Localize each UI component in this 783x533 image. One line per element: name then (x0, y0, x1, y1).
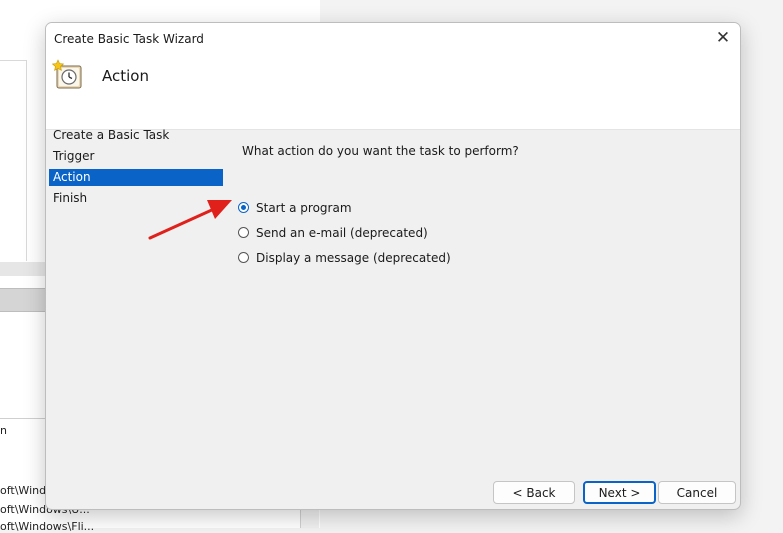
background-pane (0, 60, 27, 261)
radio-display-message[interactable] (238, 252, 249, 263)
option-label: Start a program (256, 200, 352, 215)
radio-send-email[interactable] (238, 227, 249, 238)
background-divider (0, 418, 45, 419)
background-column-header (0, 288, 45, 312)
option-send-email[interactable]: Send an e-mail (deprecated) (238, 220, 451, 245)
option-display-message[interactable]: Display a message (deprecated) (238, 245, 451, 270)
option-label: Send an e-mail (deprecated) (256, 225, 428, 240)
step-action[interactable]: Action (49, 169, 223, 186)
close-icon: ✕ (715, 28, 731, 48)
background-strip (0, 262, 45, 276)
background-text: oft\Windows\Fli... (0, 520, 95, 533)
dialog-title: Create Basic Task Wizard (54, 32, 204, 46)
clock-icon (52, 59, 82, 89)
background-list (0, 312, 45, 417)
step-trigger[interactable]: Trigger (49, 148, 223, 165)
option-start-a-program[interactable]: Start a program (238, 195, 451, 220)
step-create-basic-task[interactable]: Create a Basic Task (49, 127, 223, 144)
close-button[interactable]: ✕ (706, 23, 740, 53)
action-options: Start a program Send an e-mail (deprecat… (238, 195, 451, 270)
next-button[interactable]: Next > (583, 481, 656, 504)
page-title: Action (102, 67, 149, 85)
background-text: n (0, 424, 7, 437)
option-label: Display a message (deprecated) (256, 250, 451, 265)
wizard-header: Action (46, 55, 740, 130)
action-question: What action do you want the task to perf… (242, 144, 519, 158)
create-basic-task-wizard-dialog: Create Basic Task Wizard ✕ Action Create… (45, 22, 741, 510)
step-finish[interactable]: Finish (49, 190, 223, 207)
back-button[interactable]: < Back (493, 481, 575, 504)
cancel-button[interactable]: Cancel (658, 481, 736, 504)
background-text: oft\Wind (0, 484, 47, 497)
radio-start-a-program[interactable] (238, 202, 249, 213)
dialog-titlebar: Create Basic Task Wizard ✕ (46, 23, 740, 55)
wizard-steps: Create a Basic Task Trigger Action Finis… (49, 127, 223, 211)
